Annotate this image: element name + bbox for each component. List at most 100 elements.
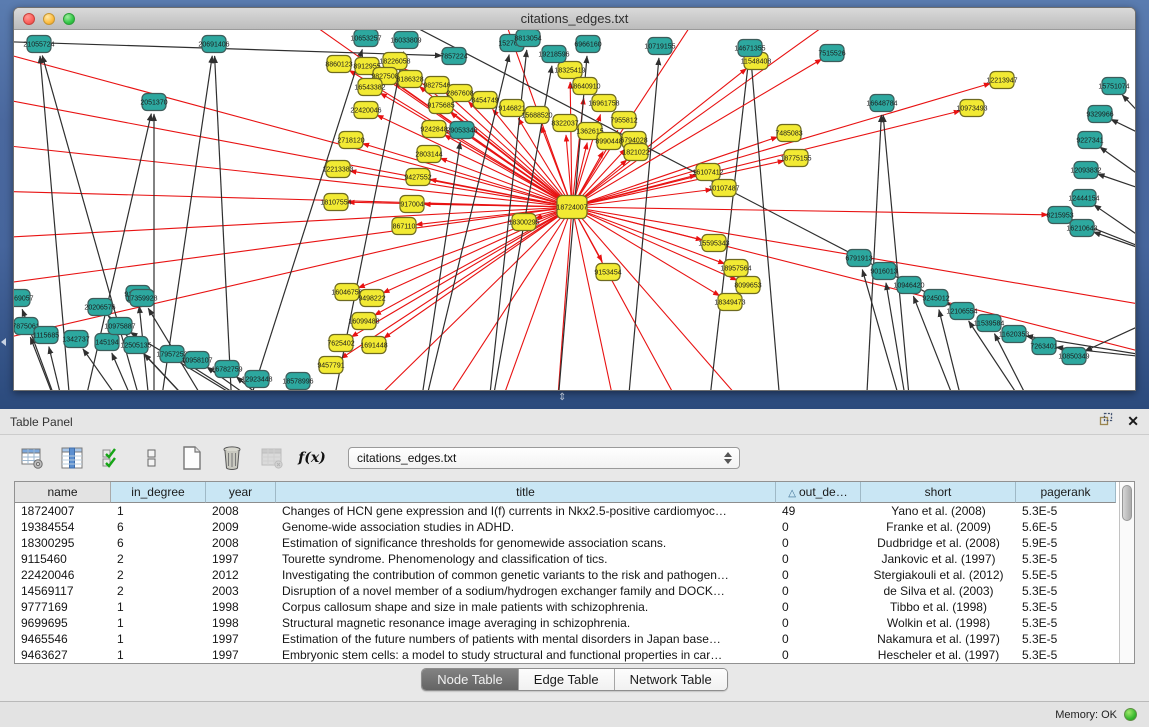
table-cell: 1997 [206,647,276,663]
table-cell: 1 [111,503,206,519]
graph-node-label: 18107554 [320,200,351,207]
table-panel-title: Table Panel [10,415,73,429]
graph-node-label: 8990448 [595,139,622,146]
column-header-pagerank[interactable]: pagerank [1016,482,1116,503]
table-cell: 5.3E-5 [1016,583,1116,599]
graph-node-label: 9329966 [1086,112,1113,119]
graph-node-label: 16543382 [354,85,385,92]
table-cell: 2008 [206,535,276,551]
table-cell: 0 [776,535,861,551]
table-cell: 0 [776,519,861,535]
tab-network-table[interactable]: Network Table [615,669,727,690]
graph-node-label: 9153454 [594,270,621,277]
close-window-button[interactable] [23,13,35,25]
table-row[interactable]: 946554611997Estimation of the future num… [15,631,1134,647]
column-header-out_de[interactable]: △out_de… [776,482,861,503]
graph-node-label: 29053346 [446,128,477,135]
column-header-year[interactable]: year [206,482,276,503]
new-column-icon[interactable] [178,444,206,472]
table-cell: 5.3E-5 [1016,503,1116,519]
delete-column-icon[interactable] [218,444,246,472]
graph-node-label: 16782759 [211,367,242,374]
table-cell: Stergiakouli et al. (2012) [861,567,1016,583]
table-cell: 5.3E-5 [1016,631,1116,647]
table-row[interactable]: 1872400712008Changes of HCN gene express… [15,503,1134,519]
table-cell: 0 [776,551,861,567]
table-row[interactable]: 946362711997Embryonic stem cells: a mode… [15,647,1134,663]
table-row[interactable]: 911546021997Tourette syndrome. Phenomeno… [15,551,1134,567]
graph-node-label: 12106554 [946,309,977,316]
tab-node-table[interactable]: Node Table [422,669,519,690]
table-cell: 49 [776,503,861,519]
table-row[interactable]: 1456911722003Disruption of a novel membe… [15,583,1134,599]
float-panel-icon[interactable] [1099,412,1113,431]
column-header-in_degree[interactable]: in_degree [111,482,206,503]
graph-node-label: 8186328 [396,77,423,84]
graph-node-label: 21055724 [23,42,54,49]
table-cell: 9463627 [15,647,111,663]
table-row[interactable]: 969969511998Structural magnetic resonanc… [15,615,1134,631]
unselect-rows-icon[interactable] [138,444,166,472]
graph-node-label: 10107487 [708,186,739,193]
column-header-short[interactable]: short [861,482,1016,503]
column-header-title[interactable]: title [276,482,776,503]
table-cell: 9777169 [15,599,111,615]
table-cell: 1998 [206,599,276,615]
table-row[interactable]: 977716911998Corpus callosum shape and si… [15,599,1134,615]
network-canvas-svg[interactable]: 8860123891295518226058982750816543382818… [14,30,1135,390]
table-row[interactable]: 2242004622012Investigating the contribut… [15,567,1134,583]
graph-node-label: 20206576 [84,305,115,312]
close-panel-icon[interactable]: ✕ [1127,413,1139,430]
graph-node-label: 7955812 [610,118,637,125]
column-header-name[interactable]: name [15,482,111,503]
table-row[interactable]: 1938455462009Genome-wide association stu… [15,519,1134,535]
tab-edge-table[interactable]: Edge Table [519,669,615,690]
graph-node-label: 15751074 [1098,84,1129,91]
graph-node-label: 11539584 [974,321,1005,328]
graph-node-label: 7263401 [1030,344,1057,351]
import-table-icon[interactable] [258,444,286,472]
graph-node-label: 12923448 [241,377,272,384]
graph-node-label: 18226058 [379,59,410,66]
table-cell: 1997 [206,551,276,567]
table-cell: 2 [111,551,206,567]
memory-status-label: Memory: OK [1055,709,1117,721]
zoom-window-button[interactable] [63,13,75,25]
table-row[interactable]: 1830029562008Estimation of significance … [15,535,1134,551]
left-panel-collapse-arrow-icon[interactable] [1,338,6,346]
graph-node-label: 18325419 [554,68,585,75]
vertical-scrollbar[interactable] [1119,482,1134,663]
table-header-row: namein_degreeyeartitle△out_de…shortpager… [15,482,1134,503]
minimize-window-button[interactable] [43,13,55,25]
table-cell: 1 [111,615,206,631]
table-cell: 18724007 [15,503,111,519]
graph-node-label: 6966160 [574,42,601,49]
network-window[interactable]: citations_edges.txt 88601238912955182260… [13,7,1136,391]
table-cell: 0 [776,647,861,663]
table-cell: Genome-wide association studies in ADHD. [276,519,776,535]
graph-node-label: 9827546 [423,83,450,90]
select-all-rows-icon[interactable] [98,444,126,472]
table-cell: 0 [776,583,861,599]
split-pane-handle[interactable]: ⇕ [558,393,566,403]
table-cell: Hescheler et al. (1997) [861,647,1016,663]
table-cell: 5.3E-5 [1016,615,1116,631]
function-builder-icon[interactable]: f(x) [298,444,326,472]
table-cell: 5.6E-5 [1016,519,1116,535]
graph-node-label: 15688520 [521,113,552,120]
table-cell: de Silva et al. (2003) [861,583,1016,599]
network-window-titlebar[interactable]: citations_edges.txt [14,8,1135,30]
table-selector-dropdown[interactable]: citations_edges.txt [348,447,740,469]
scrollbar-thumb[interactable] [1122,485,1132,521]
memory-ok-indicator[interactable] [1124,708,1137,721]
graph-node-label: 20691406 [198,42,229,49]
network-view-canvas[interactable]: 8860123891295518226058982750816543382818… [14,30,1135,390]
graph-node-label: 145194 [95,340,118,347]
show-column-icon[interactable] [58,444,86,472]
nodes-layer[interactable]: 8860123891295518226058982750816543382818… [14,30,1130,390]
graph-node-label: 8215953 [1046,213,1073,220]
graph-node-label: 17359928 [126,296,157,303]
table-cell: Tibbo et al. (1998) [861,599,1016,615]
table-mode-icon[interactable] [18,444,46,472]
table-cell: 9699695 [15,615,111,631]
